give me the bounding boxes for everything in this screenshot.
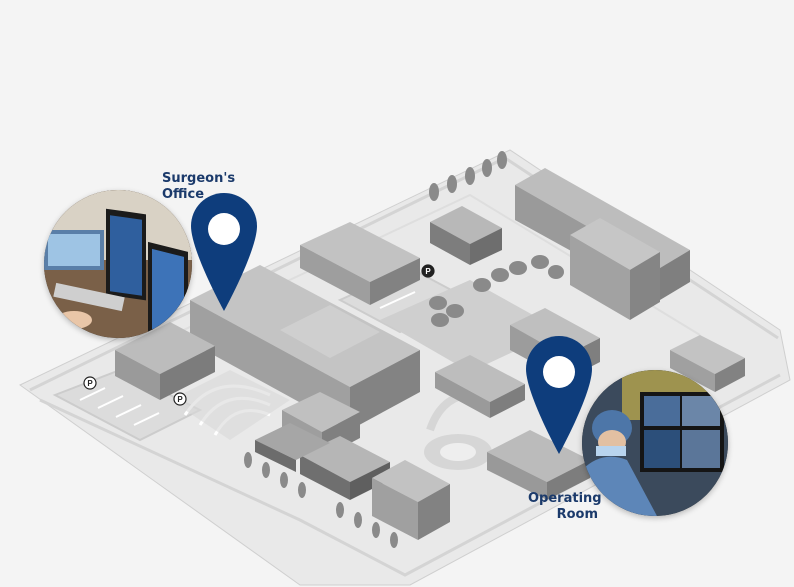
operating-room-photo (582, 370, 728, 516)
operating-room-label: Operating Room (528, 491, 602, 523)
map-pin-icon (526, 336, 592, 454)
parking-symbol: P (425, 267, 431, 276)
operating-room-label-line2: Room (556, 507, 598, 522)
surgeons-office-label: Surgeon's Office (162, 171, 235, 203)
parking-icon-south[interactable]: P (173, 392, 187, 406)
map-pin-icon (191, 193, 257, 311)
parking-icon-north[interactable]: P (421, 264, 435, 278)
surgeons-office-photo (44, 190, 192, 338)
surgeons-office-label-line1: Surgeon's (162, 171, 236, 186)
surgeons-office-label-line2: Office (162, 187, 205, 202)
operating-room-label-line1: Operating (528, 491, 602, 506)
surgeon-at-monitor-image (582, 370, 728, 516)
parking-symbol: P (177, 395, 183, 404)
operating-room-pin[interactable] (526, 336, 592, 459)
surgeons-office-pin[interactable] (191, 193, 257, 316)
parking-symbol: P (87, 379, 93, 388)
parking-icon-west[interactable]: P (83, 376, 97, 390)
workstation-monitors-image (44, 190, 192, 338)
